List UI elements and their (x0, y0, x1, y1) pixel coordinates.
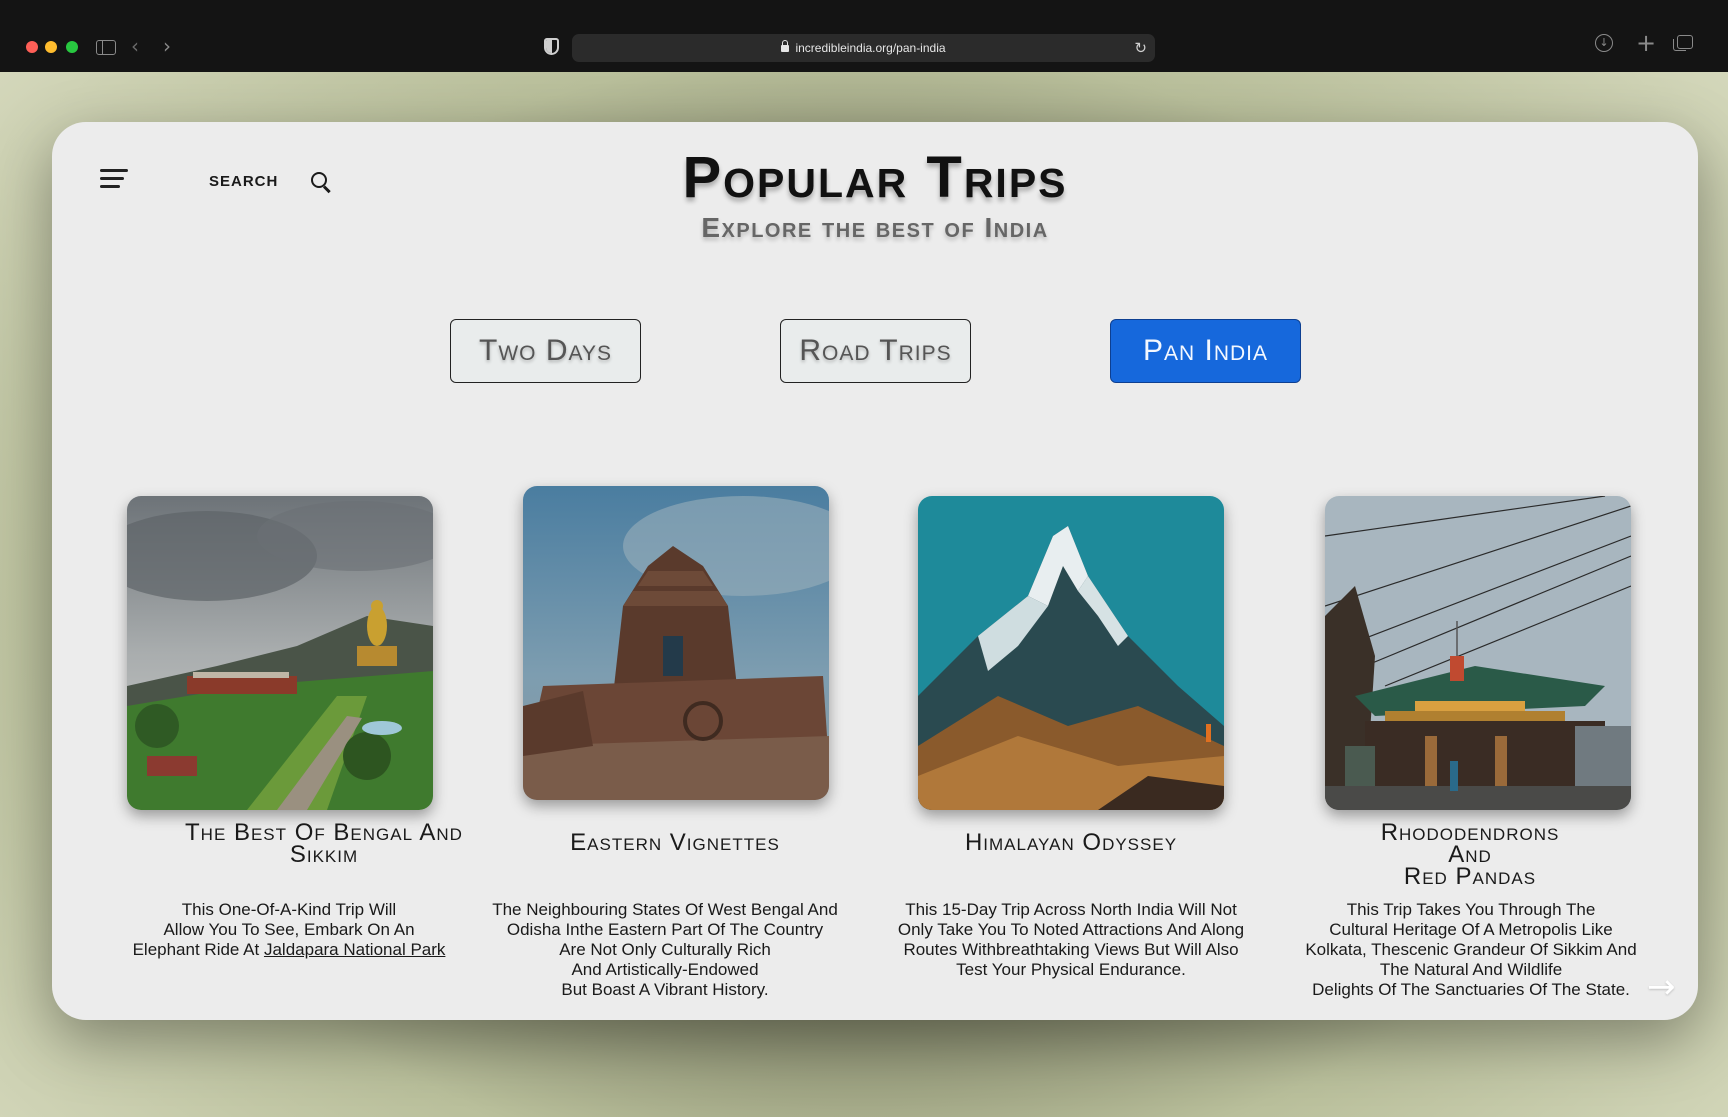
back-arrow-icon[interactable]: ‹ (131, 36, 139, 56)
tab-road-trips[interactable]: Road Trips (780, 319, 971, 383)
tab-two-days[interactable]: Two Days (450, 319, 641, 383)
trip-desc-bengal-sikkim: This One-Of-A-Kind Trip Will Allow You T… (132, 900, 446, 959)
new-tab-icon[interactable]: + (1636, 31, 1656, 55)
tab-overview-icon[interactable] (1673, 35, 1693, 51)
trips-panel: SEARCH Popular Trips Explore the best of… (52, 122, 1698, 1020)
trip-desc-rhododendrons: This Trip Takes You Through The Cultural… (1305, 900, 1637, 999)
forward-arrow-icon[interactable]: › (163, 36, 171, 56)
trip-title-eastern-vignettes[interactable]: Eastern Vignettes (505, 831, 845, 855)
download-icon[interactable]: ↓ (1595, 34, 1613, 52)
trip-title-bengal-sikkim[interactable]: The Best Of Bengal And Sikkim (154, 821, 494, 867)
url-text: incredibleindia.org/pan-india (795, 41, 946, 55)
maximize-window-button[interactable] (66, 41, 78, 53)
browser-toolbar: ‹ › incredibleindia.org/pan-india ↻ ↓ + (0, 0, 1728, 72)
address-bar[interactable]: incredibleindia.org/pan-india ↻ (572, 34, 1155, 62)
close-window-button[interactable] (26, 41, 38, 53)
trip-title-rhododendrons[interactable]: Rhododendrons And Red Pandas (1300, 821, 1640, 889)
trip-desc-eastern-vignettes: The Neighbouring States Of West Bengal A… (492, 900, 838, 999)
privacy-shield-icon[interactable] (544, 38, 559, 55)
next-arrow-icon[interactable]: → (1647, 967, 1676, 1007)
minimize-window-button[interactable] (45, 41, 57, 53)
tab-pan-india[interactable]: Pan India (1110, 319, 1301, 383)
trip-photo-bengal-sikkim[interactable] (127, 496, 433, 810)
page-subtitle: Explore the best of India (701, 212, 1049, 243)
trip-title-himalayan-odyssey[interactable]: Himalayan Odyssey (901, 831, 1241, 855)
jaldapara-park-link[interactable]: Jaldapara National Park (264, 940, 445, 959)
trip-desc-himalayan-odyssey: This 15-Day Trip Across North India Will… (897, 900, 1245, 979)
reload-icon[interactable]: ↻ (1134, 39, 1147, 57)
trip-photo-himalayan-odyssey[interactable] (918, 496, 1224, 810)
page-title: Popular Trips (682, 145, 1068, 210)
trip-photo-eastern-vignettes[interactable] (523, 486, 829, 800)
sidebar-toggle-icon[interactable] (96, 40, 116, 55)
lock-icon (781, 40, 790, 52)
trip-photo-rhododendrons[interactable] (1325, 496, 1631, 810)
